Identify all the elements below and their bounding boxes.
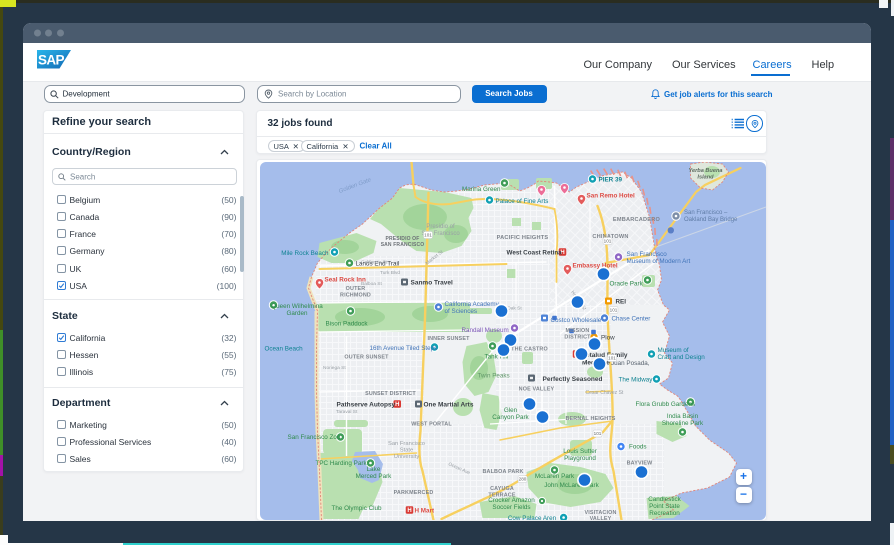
svg-text:Marina Green: Marina Green	[462, 186, 501, 193]
svg-text:101: 101	[608, 356, 616, 361]
svg-text:PIER 39: PIER 39	[598, 177, 622, 184]
svg-text:Craft and Design: Craft and Design	[657, 354, 705, 361]
svg-text:Queen Wilhelmina: Queen Wilhelmina	[271, 303, 323, 310]
svg-text:PACIFIC HEIGHTS: PACIFIC HEIGHTS	[496, 235, 548, 241]
svg-text:Lake: Lake	[366, 466, 380, 473]
svg-text:SUNSET DISTRICT: SUNSET DISTRICT	[365, 391, 416, 397]
svg-text:H Mart: H Mart	[414, 508, 434, 515]
svg-text:Palace of Fine Arts: Palace of Fine Arts	[495, 198, 548, 205]
svg-text:Island: Island	[697, 175, 714, 181]
svg-text:Embassy Hotel: Embassy Hotel	[572, 263, 617, 270]
svg-text:Chase Center: Chase Center	[611, 316, 650, 323]
svg-text:West Coast Retina: West Coast Retina	[506, 250, 562, 257]
svg-text:OUTER SUNSET: OUTER SUNSET	[344, 355, 389, 361]
svg-text:RICHMOND: RICHMOND	[340, 293, 371, 299]
svg-text:Canyon Park: Canyon Park	[492, 414, 529, 421]
svg-text:280: 280	[518, 477, 526, 482]
svg-text:Soccer Fields: Soccer Fields	[492, 504, 530, 511]
svg-text:San Francisco: San Francisco	[626, 251, 667, 258]
svg-text:MISSION: MISSION	[565, 328, 589, 334]
svg-text:Cesar Chavez St: Cesar Chavez St	[585, 390, 623, 396]
svg-text:INNER SUNSET: INNER SUNSET	[427, 336, 470, 342]
svg-text:BALBOA PARK: BALBOA PARK	[482, 469, 523, 475]
svg-text:University: University	[393, 454, 419, 460]
svg-text:101: 101	[603, 239, 611, 244]
svg-text:Louis Sutter: Louis Sutter	[563, 448, 597, 455]
svg-text:Sanmo Travel: Sanmo Travel	[410, 280, 452, 287]
svg-text:Crocker Amazon: Crocker Amazon	[488, 497, 535, 504]
svg-text:Seal Rock Inn: Seal Rock Inn	[324, 277, 365, 284]
svg-text:Mile Rock Beach: Mile Rock Beach	[281, 250, 329, 257]
svg-text:Recreation: Recreation	[649, 510, 680, 517]
svg-text:Flora Grubb Gardens: Flora Grubb Gardens	[635, 401, 695, 408]
svg-text:VALLEY: VALLEY	[589, 516, 611, 520]
svg-text:DISTRICT: DISTRICT	[564, 335, 591, 341]
svg-text:Candlestick: Candlestick	[648, 496, 681, 503]
svg-text:Foods: Foods	[629, 444, 647, 451]
svg-text:Playground: Playground	[564, 455, 596, 462]
svg-text:THE CASTRO: THE CASTRO	[511, 347, 548, 353]
svg-text:CAYUGA: CAYUGA	[490, 486, 514, 492]
svg-text:Museum of: Museum of	[657, 347, 688, 354]
svg-text:Presidio of: Presidio of	[426, 224, 455, 230]
svg-text:101: 101	[609, 308, 617, 313]
svg-text:101: 101	[593, 431, 601, 436]
svg-text:California St: California St	[361, 260, 388, 266]
svg-text:Plow: Plow	[601, 335, 615, 342]
svg-text:TPC Harding Park: TPC Harding Park	[315, 460, 367, 467]
svg-text:Oracle Park: Oracle Park	[609, 281, 643, 288]
svg-text:16th Avenue Tiled Steps: 16th Avenue Tiled Steps	[369, 345, 437, 352]
svg-text:Turk Blvd: Turk Blvd	[380, 270, 400, 276]
svg-text:Ocean Beach: Ocean Beach	[264, 346, 303, 353]
svg-text:Taraval St: Taraval St	[336, 409, 358, 415]
svg-text:Oakland Bay Bridge: Oakland Bay Bridge	[684, 217, 738, 223]
svg-text:Balboa St: Balboa St	[361, 281, 382, 287]
svg-text:San Francisco: San Francisco	[387, 441, 424, 447]
svg-text:One Martial Arts: One Martial Arts	[423, 402, 473, 409]
svg-text:Randall Museum: Randall Museum	[461, 327, 508, 334]
svg-text:SAN FRANCISCO: SAN FRANCISCO	[380, 242, 424, 248]
svg-text:Cow Palace Aren: Cow Palace Aren	[507, 515, 556, 520]
svg-text:BERNAL HEIGHTS: BERNAL HEIGHTS	[565, 416, 615, 422]
svg-text:Oak St: Oak St	[507, 306, 522, 312]
svg-text:McLaren Park: McLaren Park	[534, 473, 574, 480]
svg-text:India Basin: India Basin	[666, 413, 698, 420]
svg-text:San Remo Hotel: San Remo Hotel	[586, 193, 635, 200]
svg-text:Glen: Glen	[503, 407, 517, 414]
svg-text:Noriega St: Noriega St	[323, 365, 346, 371]
svg-text:The Midway: The Midway	[618, 377, 653, 384]
svg-text:H: H	[407, 508, 411, 514]
svg-text:Museum of Modern Art: Museum of Modern Art	[626, 258, 690, 265]
svg-text:Costco Wholesale: Costco Wholesale	[550, 317, 601, 324]
svg-text:Garden: Garden	[286, 310, 308, 317]
svg-text:Merced Park: Merced Park	[355, 473, 392, 480]
svg-text:Juan Posada,: Juan Posada,	[611, 360, 650, 367]
svg-text:California Academy: California Academy	[444, 301, 499, 308]
svg-text:Point State: Point State	[649, 503, 680, 510]
svg-text:San Francisco –: San Francisco –	[684, 210, 728, 216]
svg-text:Pathserve Autopsy: Pathserve Autopsy	[336, 402, 395, 409]
svg-text:EMBARCADERO: EMBARCADERO	[612, 217, 660, 223]
svg-text:NOE VALLEY: NOE VALLEY	[518, 387, 554, 393]
svg-text:Twin Peaks: Twin Peaks	[477, 373, 509, 380]
svg-text:Yerba Buena: Yerba Buena	[688, 168, 722, 174]
svg-text:REI: REI	[615, 299, 626, 306]
svg-text:State: State	[399, 448, 413, 454]
svg-text:The Olympic Club: The Olympic Club	[331, 505, 382, 512]
svg-text:PARKMERCED: PARKMERCED	[393, 490, 433, 496]
svg-text:H: H	[395, 402, 399, 408]
svg-text:SAP: SAP	[38, 53, 65, 68]
svg-text:of Sciences: of Sciences	[444, 308, 477, 315]
svg-text:Perfectly Seasoned: Perfectly Seasoned	[542, 376, 602, 383]
svg-text:Bison Paddock: Bison Paddock	[325, 321, 368, 328]
svg-text:Fetalud Family: Fetalud Family	[582, 352, 628, 359]
svg-text:John McLaren Park: John McLaren Park	[544, 482, 599, 489]
svg-text:Shoreline Park: Shoreline Park	[661, 420, 703, 427]
svg-text:San Francisco Zoo: San Francisco Zoo	[287, 434, 340, 441]
svg-text:WEST PORTAL: WEST PORTAL	[411, 422, 452, 428]
svg-text:101: 101	[424, 233, 432, 238]
